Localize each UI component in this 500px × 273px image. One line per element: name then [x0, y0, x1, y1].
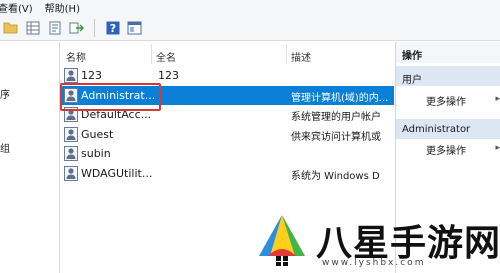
actions-section-administrator[interactable]: Administrator — [396, 119, 500, 139]
more-actions-users[interactable]: 更多操作 — [426, 93, 466, 108]
cell-name: 123 — [81, 69, 102, 82]
column-header-name[interactable]: 名称 — [66, 49, 86, 64]
properties-icon[interactable] — [46, 19, 63, 36]
table-row[interactable]: Guest 供来宾访问计算机或 — [60, 125, 394, 144]
more-actions-label: 更多操作 — [426, 97, 466, 108]
user-icon — [64, 126, 78, 142]
panel-icon[interactable] — [126, 19, 143, 36]
tree-item-partial[interactable]: 序 — [0, 86, 10, 101]
column-divider[interactable] — [151, 44, 152, 64]
menu-help[interactable]: 帮助(H) — [39, 0, 86, 15]
column-header-description[interactable]: 描述 — [291, 49, 311, 64]
cell-full-name: 123 — [158, 69, 179, 82]
toolbar: ? — [0, 15, 500, 41]
cell-description: 系统管理的用户帐户 — [291, 112, 381, 124]
cell-name: WDAGUtilit... — [81, 167, 153, 180]
user-icon — [64, 68, 78, 83]
grid-icon[interactable] — [24, 19, 41, 36]
cell-description: 管理计算机(域)的内... — [291, 92, 389, 104]
chevron-right-icon: ▸ — [495, 94, 500, 104]
actions-section-label: Administrator — [402, 124, 471, 135]
chevron-right-icon: ▸ — [495, 143, 500, 153]
cell-description: 系统为 Windows D — [291, 171, 380, 182]
actions-section-users[interactable]: 用户 — [396, 66, 500, 86]
folder-icon[interactable] — [2, 19, 19, 36]
toolbar-divider — [94, 18, 95, 37]
table-row[interactable]: WDAGUtilit... 系统为 Windows D — [60, 164, 394, 183]
menu-bar: 查看(V) 帮助(H) — [0, 0, 500, 15]
table-row[interactable]: subin — [60, 144, 394, 163]
svg-text:?: ? — [109, 22, 115, 35]
actions-title: 操作 — [396, 42, 500, 63]
user-icon — [64, 146, 78, 162]
actions-section-label: 用户 — [402, 75, 422, 86]
more-actions-label: 更多操作 — [426, 146, 466, 157]
column-divider[interactable] — [286, 44, 287, 64]
column-header-full-name[interactable]: 全名 — [156, 49, 176, 64]
watermark-url: www.lyshbx.com — [322, 258, 426, 268]
help-icon[interactable]: ? — [104, 19, 121, 36]
highlight-annotation — [60, 83, 161, 111]
cell-name: subin — [81, 147, 111, 161]
export-icon[interactable] — [68, 19, 85, 36]
cell-name: Guest — [81, 127, 114, 141]
tree-pane: 序 组 — [0, 42, 60, 273]
list-header: 名称 全名 描述 — [60, 42, 394, 66]
cell-description: 供来宾访问计算机或 — [291, 131, 381, 143]
tree-item-partial[interactable]: 组 — [0, 140, 10, 155]
more-actions-administrator[interactable]: 更多操作 — [426, 142, 466, 157]
watermark-logo — [259, 215, 305, 266]
user-icon — [64, 166, 78, 181]
menu-view[interactable]: 查看(V) — [0, 0, 39, 15]
